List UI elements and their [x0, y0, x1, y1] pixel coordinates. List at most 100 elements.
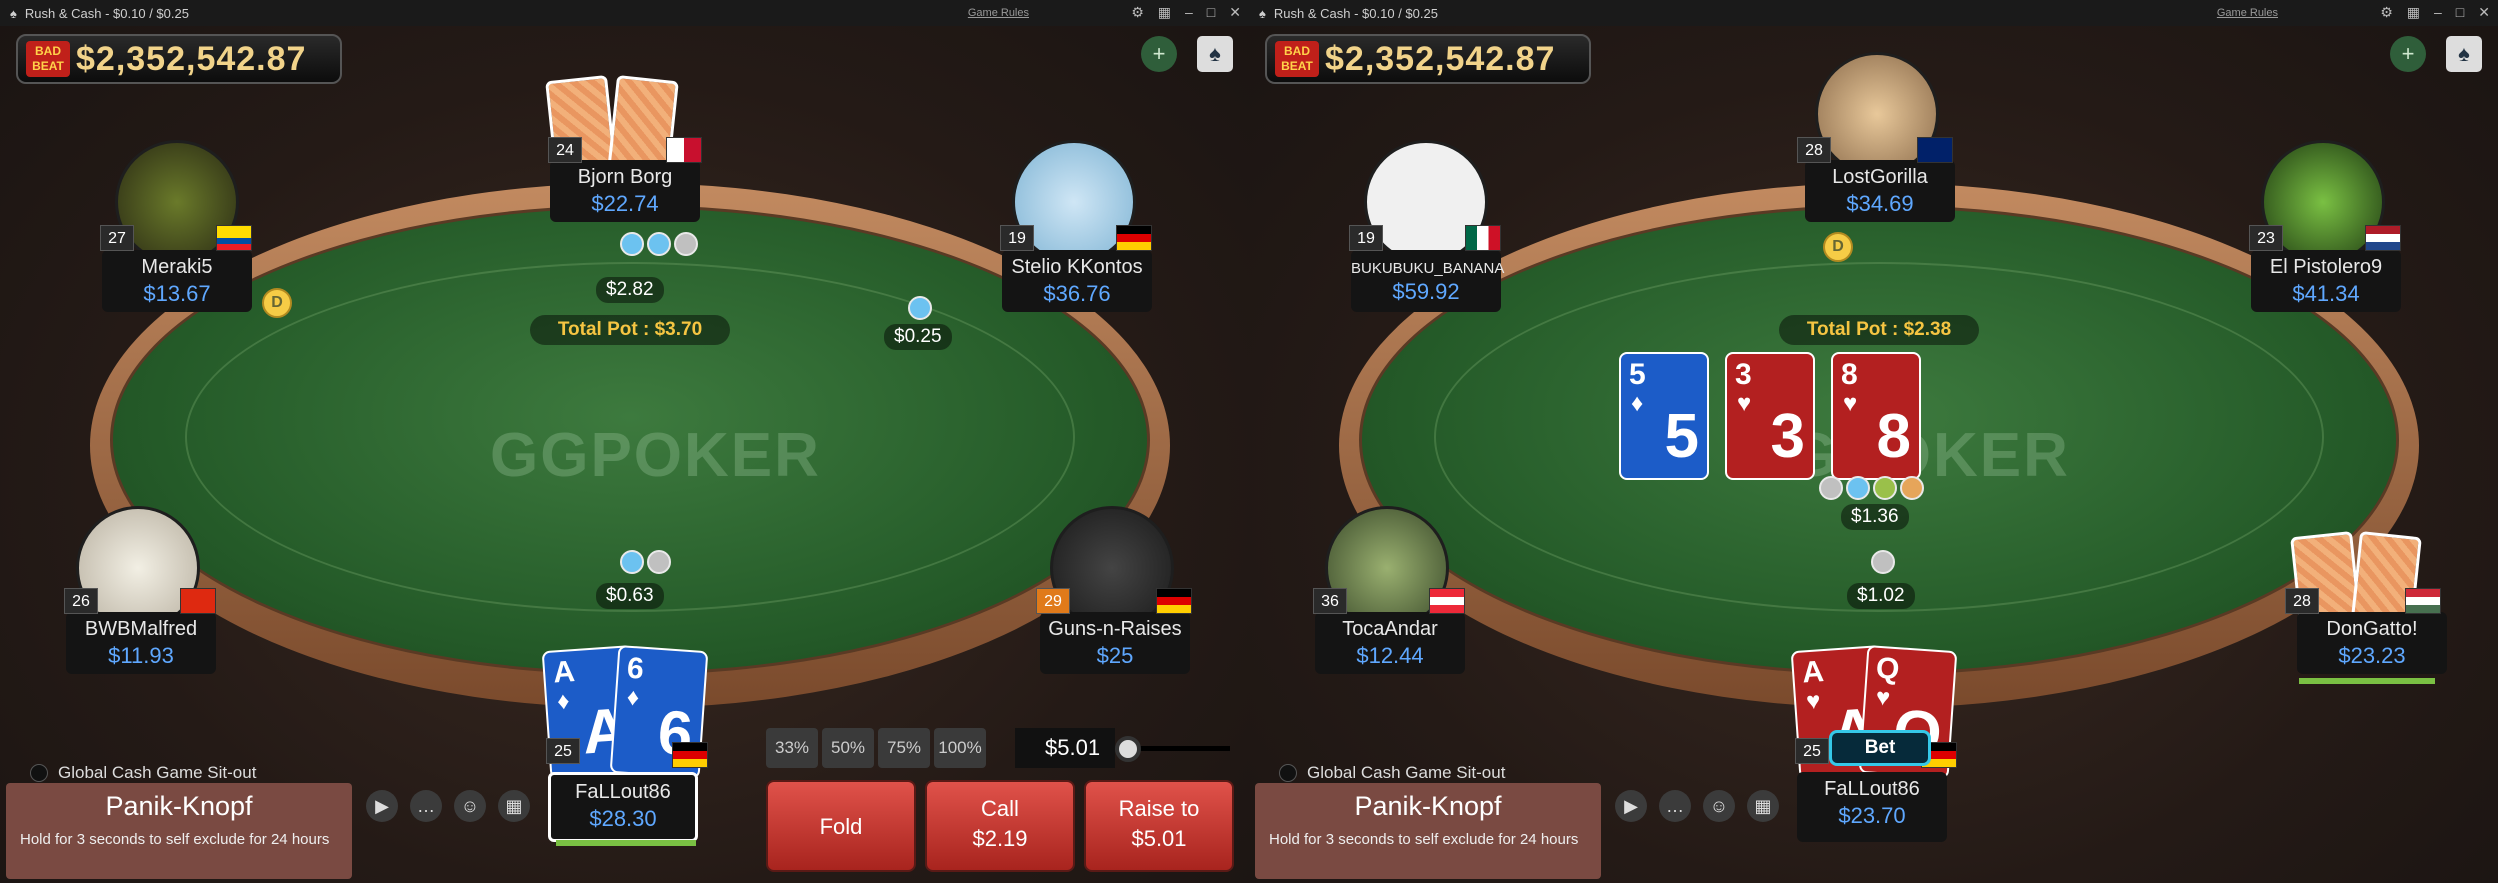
seat-plate[interactable]: DonGatto! $23.23: [2297, 612, 2447, 674]
maximize-icon[interactable]: □: [1207, 4, 1215, 21]
germany-flag-icon: [1116, 225, 1152, 251]
close-icon[interactable]: ✕: [1229, 4, 1241, 21]
toggle-icon[interactable]: [30, 764, 48, 782]
mexico-flag-icon: [1465, 225, 1501, 251]
calculator-icon[interactable]: ▦: [1747, 790, 1779, 822]
settings-icon[interactable]: ⚙: [2380, 4, 2393, 21]
player-stack: $28.30: [589, 806, 657, 831]
emoji-icon[interactable]: ☺: [1703, 790, 1735, 822]
uk-flag-icon: [1917, 137, 1953, 163]
toggle-icon[interactable]: [1279, 764, 1297, 782]
level-badge: 23: [2249, 225, 2283, 251]
card-table-icon[interactable]: ♠: [2446, 36, 2482, 72]
netherlands-flag-icon: [2365, 225, 2401, 251]
seat-plate[interactable]: LostGorilla $34.69: [1805, 160, 1955, 222]
layout-icon[interactable]: ▦: [1158, 4, 1171, 21]
player-stack: $36.76: [1043, 281, 1111, 306]
bad-beat-jackpot[interactable]: BAD BEAT $2,352,542.87: [1265, 34, 1591, 84]
call-button[interactable]: Call $2.19: [925, 780, 1075, 872]
game-rules-link[interactable]: Game Rules: [2217, 7, 2278, 19]
raise-button[interactable]: Raise to $5.01: [1084, 780, 1234, 872]
calculator-icon[interactable]: ▦: [498, 790, 530, 822]
player-stack: $12.44: [1356, 643, 1424, 668]
poker-window-right: ♠ Rush & Cash - $0.10 / $0.25 Game Rules…: [1249, 0, 2498, 883]
hero-seat-plate[interactable]: FaLLout86 $28.30: [548, 772, 698, 842]
level-badge: 25: [546, 738, 580, 764]
game-rules-link[interactable]: Game Rules: [968, 7, 1029, 19]
player-stack: $23.23: [2338, 643, 2406, 668]
preset-33[interactable]: 33%: [766, 728, 818, 768]
sitout-toggle[interactable]: Global Cash Game Sit-out: [1279, 763, 1505, 783]
panik-desc: Hold for 3 seconds to self exclude for 2…: [1269, 831, 1579, 848]
emoji-icon[interactable]: ☺: [454, 790, 486, 822]
preset-75[interactable]: 75%: [878, 728, 930, 768]
player-name: FaLLout86: [1824, 778, 1920, 800]
slider-knob[interactable]: [1115, 736, 1141, 762]
jackpot-amount: $2,352,542.87: [1325, 39, 1556, 78]
seat-plate[interactable]: BWBMalfred $11.93: [66, 612, 216, 674]
preset-100[interactable]: 100%: [934, 728, 986, 768]
hero-seat-plate[interactable]: FaLLout86 $23.70: [1797, 772, 1947, 842]
layout-icon[interactable]: ▦: [2407, 4, 2420, 21]
bet-amount: $1.36: [1841, 504, 1909, 530]
poker-window-left: ♠ Rush & Cash - $0.10 / $0.25 Game Rules…: [0, 0, 1249, 883]
seat-plate[interactable]: BUKUBUKU_BANANA $59.92: [1351, 250, 1504, 312]
maximize-icon[interactable]: □: [2456, 4, 2464, 21]
close-icon[interactable]: ✕: [2478, 4, 2490, 21]
level-badge: 19: [1000, 225, 1034, 251]
level-badge: 24: [548, 137, 582, 163]
panik-button[interactable]: Panik-Knopf Hold for 3 seconds to self ex…: [1255, 783, 1601, 879]
player-name: DonGatto!: [2326, 618, 2418, 640]
seat-plate[interactable]: Guns-n-Raises $25: [1040, 612, 1190, 674]
player-stack: $22.74: [591, 191, 659, 216]
hong-kong-flag-icon: [180, 588, 216, 614]
chat-icon[interactable]: …: [1659, 790, 1691, 822]
bet-amount: $0.63: [596, 583, 664, 609]
player-stack: $11.93: [108, 643, 174, 668]
minimize-icon[interactable]: –: [2434, 4, 2442, 21]
chip-stack: [1819, 476, 1924, 500]
player-stack: $41.34: [2292, 281, 2360, 306]
card-table-icon[interactable]: ♠: [1197, 36, 1233, 72]
sitout-label: Global Cash Game Sit-out: [1307, 763, 1506, 782]
player-name: FaLLout86: [575, 781, 671, 803]
seat-plate[interactable]: Stelio KKontos $36.76: [1002, 250, 1152, 312]
app-icon: ♠: [10, 5, 17, 21]
dealer-button: D: [262, 288, 292, 318]
preset-50[interactable]: 50%: [822, 728, 874, 768]
bet-slider[interactable]: [1115, 736, 1230, 762]
bet-amount-input[interactable]: $5.01: [1015, 728, 1115, 768]
seat-plate[interactable]: Meraki5 $13.67: [102, 250, 252, 312]
action-timer-bar: [2299, 678, 2435, 684]
player-name: Guns-n-Raises: [1048, 618, 1182, 640]
seat-plate[interactable]: Bjorn Borg $22.74: [550, 160, 700, 222]
add-table-icon[interactable]: +: [2390, 36, 2426, 72]
player-name: Stelio KKontos: [1011, 256, 1143, 278]
level-badge: 26: [64, 588, 98, 614]
fold-button[interactable]: Fold: [766, 780, 916, 872]
sitout-toggle[interactable]: Global Cash Game Sit-out: [30, 763, 256, 783]
chip-stack: [908, 296, 932, 320]
seat-plate[interactable]: TocaAndar $12.44: [1315, 612, 1465, 674]
level-badge: 28: [2285, 588, 2319, 614]
austria-flag-icon: [1429, 588, 1465, 614]
ggpoker-watermark: GGPOKER: [490, 421, 821, 490]
chat-icon[interactable]: …: [410, 790, 442, 822]
add-table-icon[interactable]: +: [1141, 36, 1177, 72]
panik-button[interactable]: Panik-Knopf Hold for 3 seconds to self ex…: [6, 783, 352, 879]
seat-plate[interactable]: El Pistolero9 $41.34: [2251, 250, 2401, 312]
window-title: Rush & Cash - $0.10 / $0.25: [1273, 5, 1438, 21]
raise-amount: $5.01: [1131, 826, 1187, 851]
hungary-flag-icon: [2405, 588, 2441, 614]
bad-beat-logo: BAD BEAT: [1275, 41, 1319, 77]
video-icon[interactable]: ▶: [366, 790, 398, 822]
video-icon[interactable]: ▶: [1615, 790, 1647, 822]
bad-beat-jackpot[interactable]: BAD BEAT $2,352,542.87: [16, 34, 342, 84]
player-stack: $34.69: [1846, 191, 1914, 216]
level-badge: 27: [100, 225, 134, 251]
dealer-button: D: [1823, 232, 1853, 262]
settings-icon[interactable]: ⚙: [1131, 4, 1144, 21]
player-stack: $59.92: [1392, 279, 1460, 304]
title-bar: ♠ Rush & Cash - $0.10 / $0.25 Game Rules…: [0, 0, 1249, 26]
minimize-icon[interactable]: –: [1185, 4, 1193, 21]
